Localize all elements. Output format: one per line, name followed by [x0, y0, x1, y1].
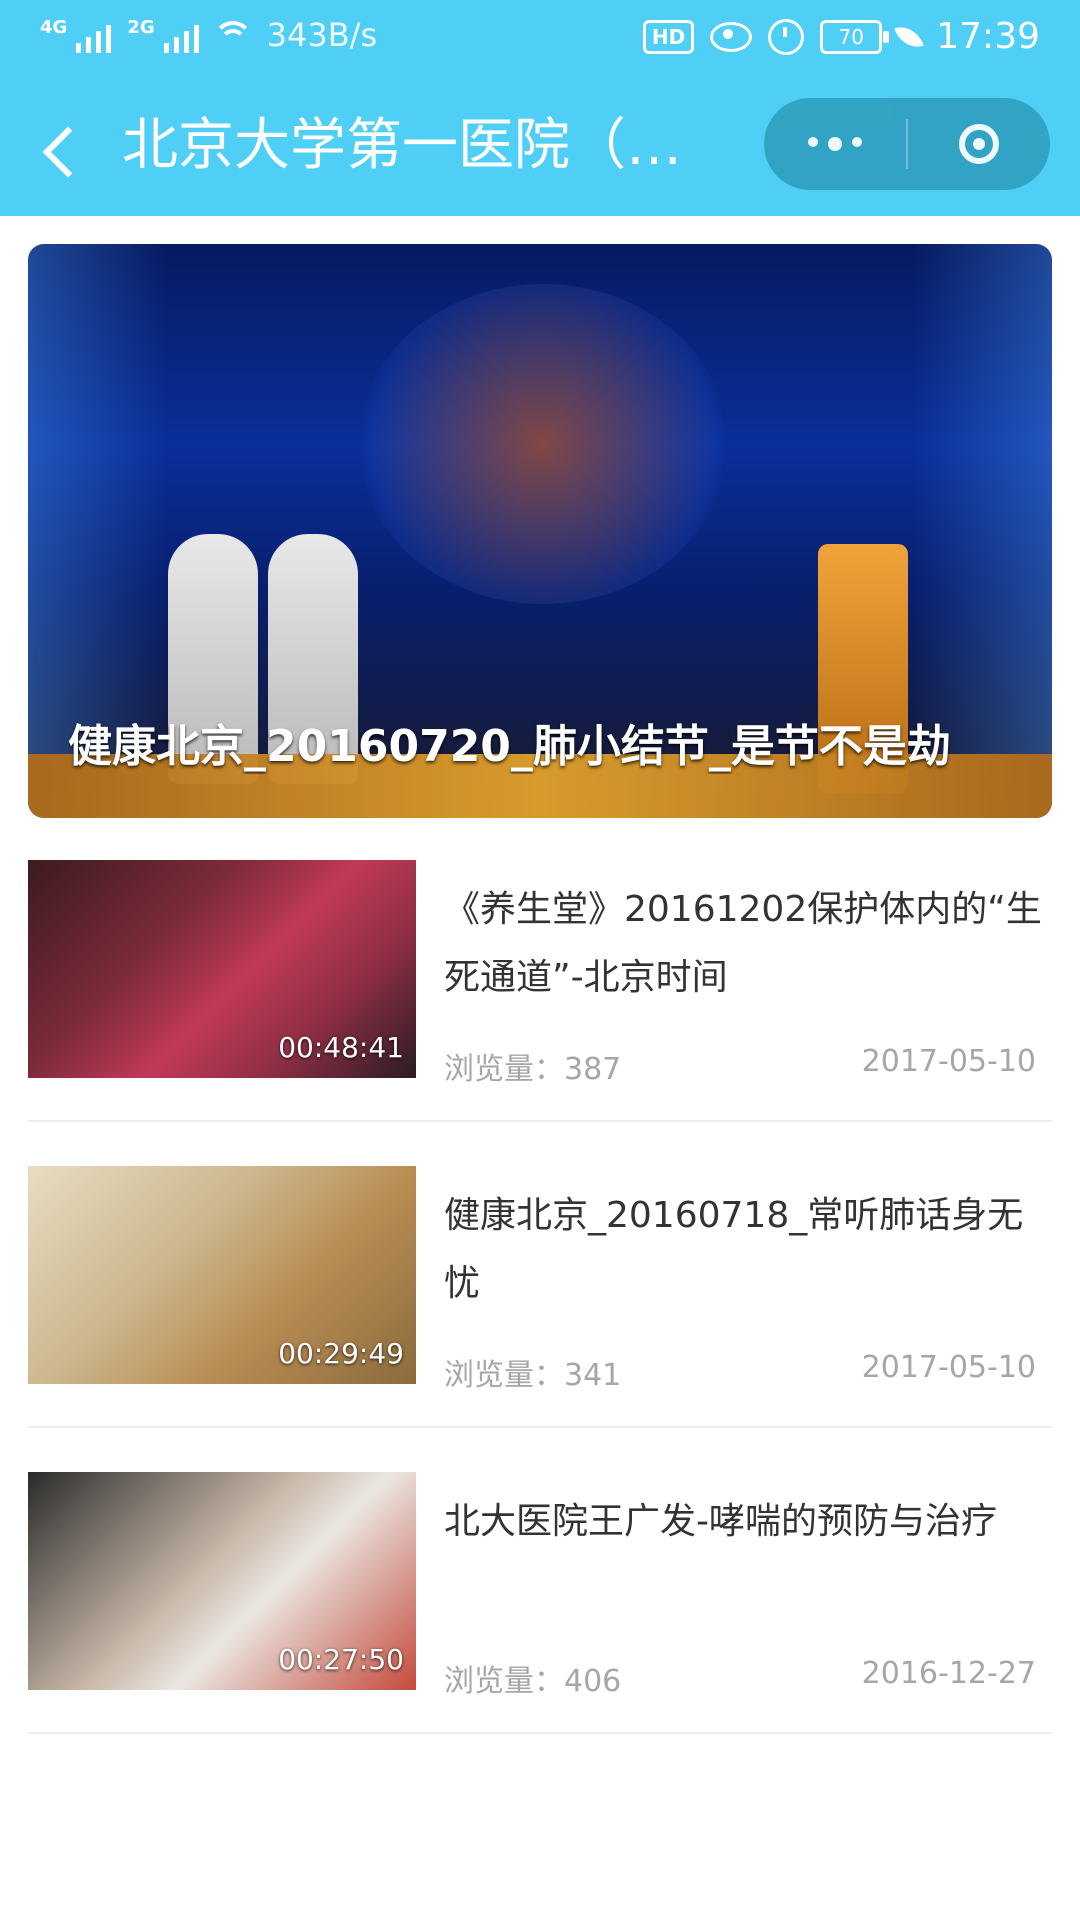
signal-icon: 2G: [127, 17, 199, 53]
video-duration: 00:29:49: [278, 1337, 404, 1370]
status-time: 17:39: [936, 16, 1040, 57]
view-count: 浏览量：387: [444, 1052, 622, 1087]
publish-date: 2017-05-10: [861, 1350, 1036, 1385]
video-title[interactable]: 《养生堂》20161202保护体内的“生死通道”-北京时间: [444, 876, 1044, 1012]
video-title[interactable]: 北大医院王广发-哮喘的预防与治疗: [444, 1488, 1044, 1624]
battery-icon: 70: [820, 19, 890, 54]
header: 4G 2G 343B/s HD 70 17:39 北京大学第一医院（…: [0, 0, 1080, 216]
list-divider: [28, 1426, 1052, 1428]
mini-program-capsule: [764, 98, 1050, 190]
network-type-label: 4G: [40, 17, 68, 38]
video-list-item[interactable]: 00:27:50 北大医院王广发-哮喘的预防与治疗 浏览量：406 2016-1…: [28, 1472, 1052, 1699]
featured-video-title: 健康北京_20160720_肺小结节_是节不是劫: [68, 721, 951, 772]
video-duration: 00:27:50: [278, 1643, 404, 1676]
video-thumbnail[interactable]: 00:29:49: [28, 1166, 416, 1384]
more-icon[interactable]: [764, 137, 906, 151]
video-list-item[interactable]: 00:29:49 健康北京_20160718_常听肺话身无忧 浏览量：341 2…: [28, 1166, 1052, 1393]
publish-date: 2016-12-27: [861, 1656, 1036, 1691]
featured-video[interactable]: 健康北京_20160720_肺小结节_是节不是劫: [28, 244, 1052, 818]
featured-video-image: [358, 284, 728, 604]
page-title: 北京大学第一医院（…: [122, 114, 682, 178]
hd-icon: HD: [642, 19, 695, 54]
video-thumbnail[interactable]: 00:27:50: [28, 1472, 416, 1690]
nav-bar: 北京大学第一医院（…: [0, 84, 1080, 216]
status-bar: 4G 2G 343B/s HD 70 17:39: [0, 0, 1080, 80]
video-list-item[interactable]: 00:48:41 《养生堂》20161202保护体内的“生死通道”-北京时间 浏…: [28, 860, 1052, 1087]
list-divider: [28, 1732, 1052, 1734]
alarm-icon: [768, 18, 805, 55]
back-icon[interactable]: [34, 120, 94, 180]
network-speed: 343B/s: [266, 16, 378, 54]
wifi-icon: [212, 17, 253, 53]
network-type-label: 2G: [127, 17, 155, 38]
video-duration: 00:48:41: [278, 1031, 404, 1064]
signal-icon: 4G: [40, 17, 112, 53]
video-title[interactable]: 健康北京_20160718_常听肺话身无忧: [444, 1182, 1044, 1318]
list-divider: [28, 1120, 1052, 1122]
eye-icon: [710, 21, 753, 52]
video-thumbnail[interactable]: 00:48:41: [28, 860, 416, 1078]
publish-date: 2017-05-10: [861, 1044, 1036, 1079]
leaf-icon: [894, 20, 925, 53]
view-count: 浏览量：341: [444, 1358, 622, 1393]
view-count: 浏览量：406: [444, 1664, 622, 1699]
record-icon[interactable]: [908, 124, 1050, 164]
